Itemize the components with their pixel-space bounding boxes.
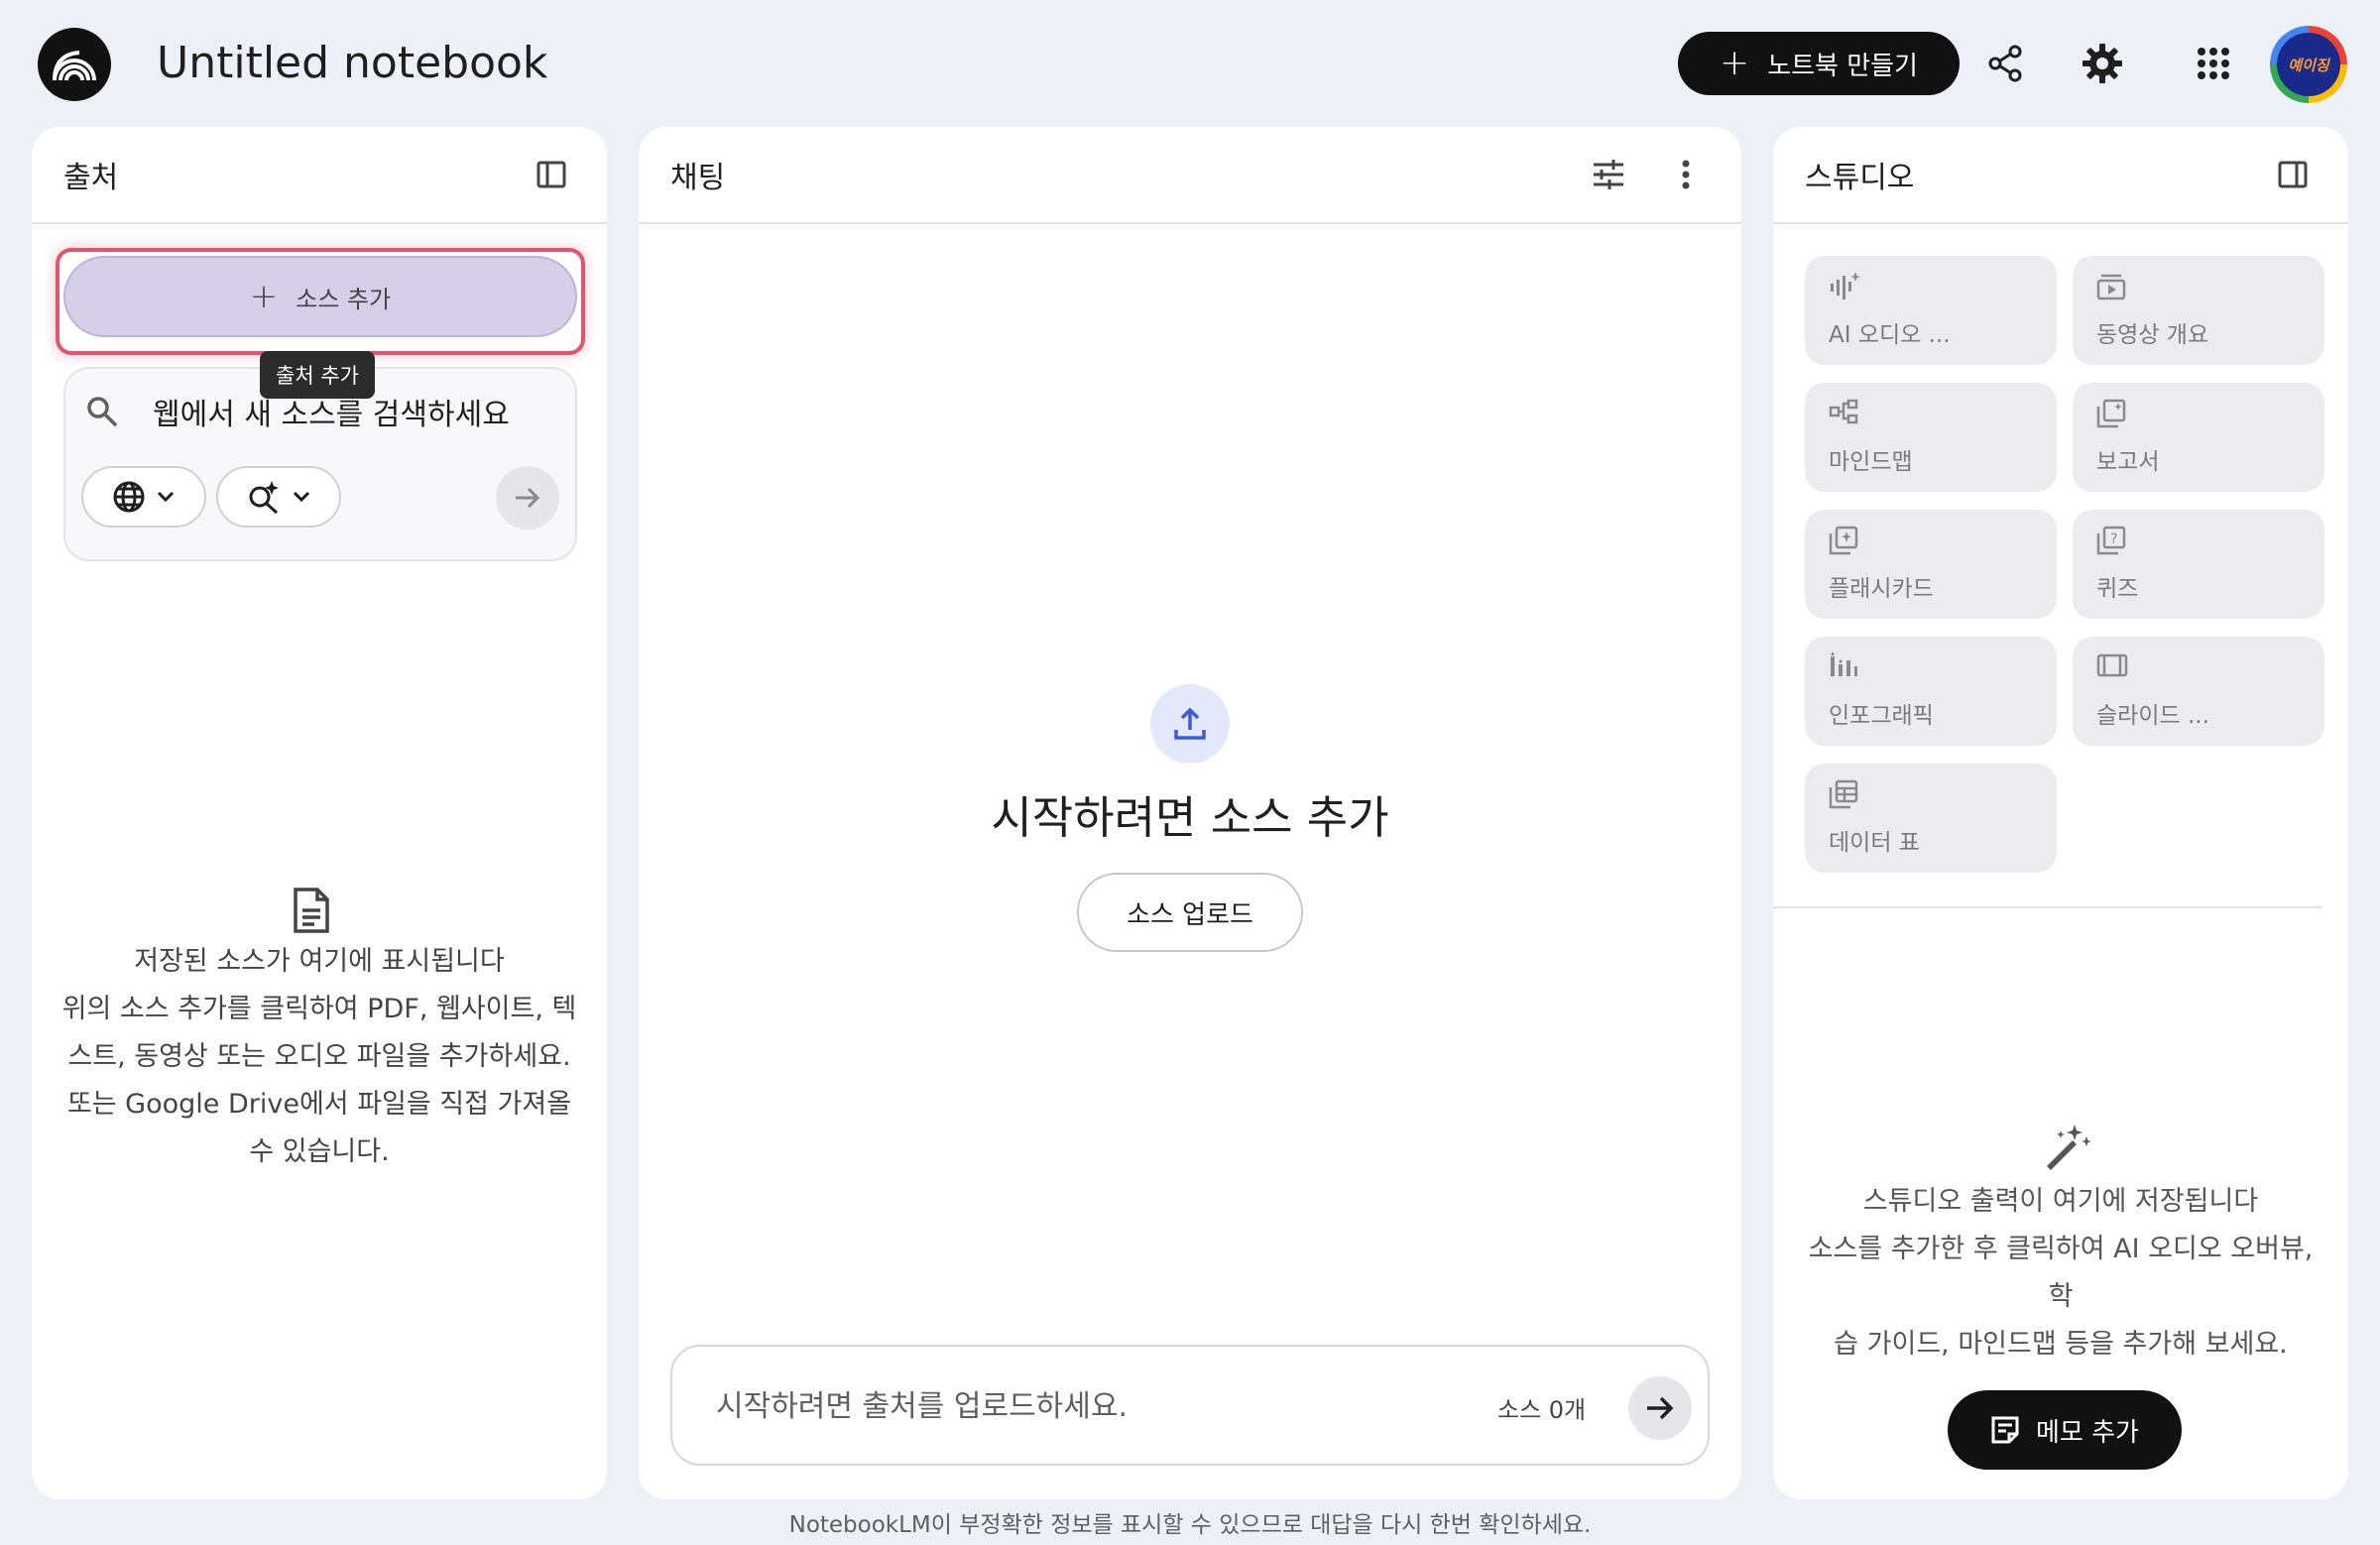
studio-tile-label: 데이터 표	[1829, 830, 1920, 856]
chat-title: 채팅	[670, 161, 726, 195]
chevron-down-icon	[293, 491, 310, 503]
add-memo-button[interactable]: 메모 추가	[1948, 1390, 2182, 1470]
chat-input[interactable]	[716, 1376, 1450, 1436]
studio-tile-label: 마인드맵	[1829, 449, 1913, 475]
video-icon	[2096, 272, 2126, 305]
arrow-right-icon	[1647, 1396, 1674, 1420]
studio-tile-label: 보고서	[2096, 449, 2160, 475]
studio-tile-table[interactable]: 데이터 표	[1805, 764, 2057, 873]
magic-wand-icon	[2043, 1121, 2092, 1176]
source-count: 소스 0개	[1497, 1396, 1587, 1424]
sources-empty-state: 저장된 소스가 여기에 표시됩니다 위의 소스 추가를 클릭하여 PDF, 웹사…	[61, 938, 577, 1176]
studio-empty-title: 스튜디오 출력이 여기에 저장됩니다	[1862, 1186, 2259, 1217]
chat-header: 채팅	[639, 127, 1741, 224]
studio-tile-label: 플래시카드	[1829, 576, 1934, 602]
chevron-down-icon	[157, 491, 175, 503]
studio-tile-flashcard[interactable]: 플래시카드	[1805, 510, 2057, 619]
collapse-panel-icon[interactable]	[528, 151, 575, 198]
search-submit-button[interactable]	[496, 466, 559, 530]
share-icon[interactable]	[1975, 34, 2035, 93]
plus-icon: +	[249, 277, 279, 316]
studio-tile-video[interactable]: 동영상 개요	[2073, 256, 2324, 365]
globe-icon	[113, 481, 145, 513]
notebooklm-logo-icon[interactable]	[38, 28, 111, 101]
sources-panel: 출처 + 소스 추가 웹에서 새 소스를 검색하세요 출처 추가 저장된 소스가…	[32, 127, 607, 1499]
studio-tile-label: 인포그래픽	[1829, 703, 1934, 729]
studio-tile-label: 동영상 개요	[2096, 322, 2209, 348]
table-icon	[1829, 779, 1858, 813]
upload-icon	[1150, 684, 1230, 764]
sources-empty-title: 저장된 소스가 여기에 표시됩니다	[134, 946, 505, 977]
create-notebook-button[interactable]: + 노트북 만들기	[1678, 32, 1960, 95]
studio-tile-report[interactable]: 보고서	[2073, 383, 2324, 492]
plus-icon: +	[1720, 43, 1750, 83]
studio-panel: 스튜디오 AI 오디오 ... 동영상 개요 마인드맵 보고서 플래시카드 ? …	[1773, 127, 2348, 1499]
studio-empty-line: 소스를 추가한 후 클릭하여 AI 오디오 오버뷰, 학	[1808, 1234, 2314, 1312]
studio-divider	[1773, 906, 2322, 908]
infographic-icon	[1829, 653, 1858, 682]
studio-title: 스튜디오	[1805, 161, 1915, 195]
sources-empty-line: 수 있습니다.	[249, 1136, 390, 1167]
avatar-text: 예이징	[2277, 33, 2340, 96]
chat-input-box: 소스 0개	[670, 1345, 1710, 1466]
studio-tile-label: 슬라이드 ...	[2096, 703, 2209, 729]
quiz-icon: ?	[2096, 526, 2126, 559]
studio-empty-state: 스튜디오 출력이 여기에 저장됩니다 소스를 추가한 후 클릭하여 AI 오디오…	[1793, 1178, 2328, 1368]
document-icon	[292, 887, 331, 938]
studio-tile-quiz[interactable]: ? 퀴즈	[2073, 510, 2324, 619]
sources-empty-line: 또는 Google Drive에서 파일을 직접 가져올	[66, 1089, 572, 1120]
flashcard-icon	[1829, 526, 1858, 559]
mindmap-icon	[1829, 399, 1858, 428]
studio-tile-infographic[interactable]: 인포그래픽	[1805, 637, 2057, 746]
add-memo-label: 메모 추가	[2036, 1417, 2139, 1448]
report-icon	[2096, 399, 2126, 432]
arrow-right-icon	[516, 487, 540, 509]
svg-text:?: ?	[2110, 532, 2117, 547]
studio-header: 스튜디오	[1773, 127, 2348, 224]
note-icon	[1991, 1416, 2019, 1444]
add-source-label: 소스 추가	[296, 285, 392, 313]
sparkle-search-icon	[249, 481, 279, 515]
studio-tile-label: 퀴즈	[2096, 576, 2139, 602]
search-icon	[85, 395, 119, 432]
more-vert-icon[interactable]	[1662, 151, 1710, 198]
studio-tile-mindmap[interactable]: 마인드맵	[1805, 383, 2057, 492]
sources-title: 출처	[63, 161, 119, 195]
gear-icon[interactable]	[2073, 34, 2132, 93]
studio-tile-label: AI 오디오 ...	[1829, 322, 1951, 348]
avatar[interactable]: 예이징	[2270, 26, 2347, 103]
notebook-title[interactable]: Untitled notebook	[157, 34, 547, 93]
slides-icon	[2096, 653, 2128, 682]
studio-tile-slides[interactable]: 슬라이드 ...	[2073, 637, 2324, 746]
upload-source-button[interactable]: 소스 업로드	[1077, 873, 1303, 952]
audio-icon	[1829, 272, 1860, 305]
add-source-tooltip: 출처 추가	[260, 351, 375, 399]
apps-grid-icon[interactable]	[2184, 34, 2243, 93]
sources-empty-line: 스트, 동영상 또는 오디오 파일을 추가하세요.	[67, 1041, 571, 1072]
research-mode-dropdown[interactable]	[216, 466, 341, 528]
create-notebook-label: 노트북 만들기	[1767, 51, 1918, 81]
tune-icon[interactable]	[1585, 151, 1632, 198]
chat-panel: 채팅 시작하려면 소스 추가 소스 업로드 소스 0개	[639, 127, 1741, 1499]
web-source-dropdown[interactable]	[81, 466, 206, 528]
chat-empty-headline: 시작하려면 소스 추가	[991, 791, 1389, 844]
send-button[interactable]	[1628, 1376, 1692, 1440]
studio-tile-audio[interactable]: AI 오디오 ...	[1805, 256, 2057, 365]
collapse-panel-icon[interactable]	[2269, 151, 2317, 198]
sources-empty-line: 위의 소스 추가를 클릭하여 PDF, 웹사이트, 텍	[61, 994, 577, 1024]
sources-header: 출처	[32, 127, 607, 224]
studio-empty-line: 습 가이드, 마인드맵 등을 추가해 보세요.	[1834, 1329, 2288, 1360]
add-source-button[interactable]: + 소스 추가	[63, 256, 577, 337]
footer-disclaimer: NotebookLM이 부정확한 정보를 표시할 수 있으므로 대답을 다시 한…	[788, 1512, 1592, 1538]
